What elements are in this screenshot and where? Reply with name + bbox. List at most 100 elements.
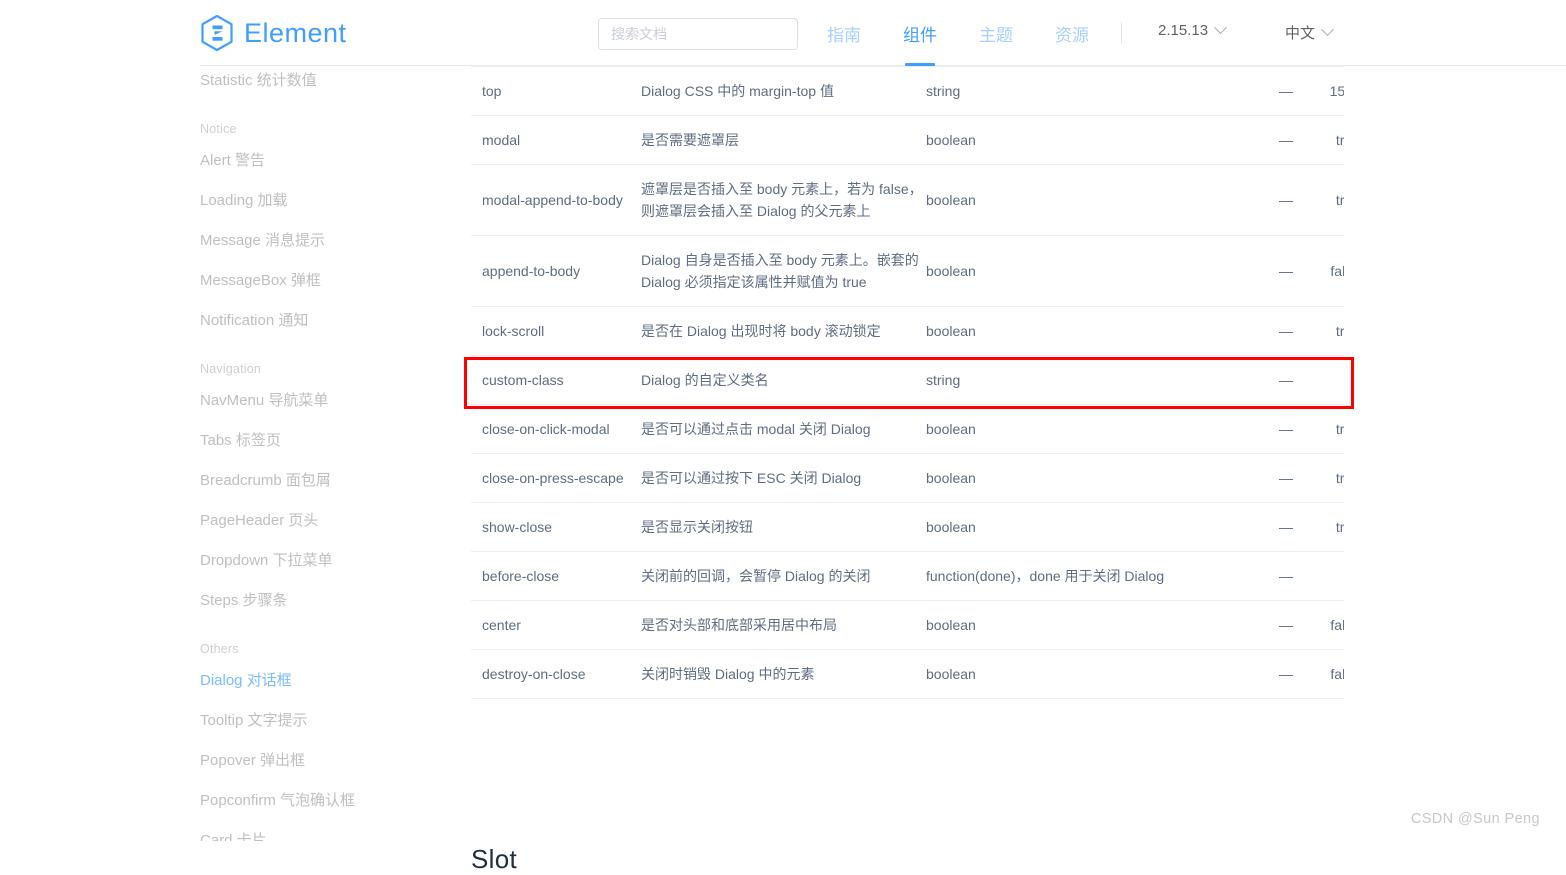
table-row: lock-scroll是否在 Dialog 出现时将 body 滚动锁定bool… [471,307,1344,356]
section-title-slot: Slot [471,844,517,875]
cell-param: before-close [471,552,641,601]
sidebar-item-popover[interactable]: Popover 弹出框 [200,741,444,781]
cell-default: true [1306,405,1344,454]
sidebar-item-messagebox[interactable]: MessageBox 弹框 [200,261,444,301]
cell-param: center [471,601,641,650]
cell-options: — [1266,116,1306,165]
cell-default: false [1306,236,1344,307]
table-row: show-close是否显示关闭按钮boolean—true [471,503,1344,552]
cell-type: string [926,67,1266,116]
cell-description: 遮罩层是否插入至 body 元素上，若为 false，则遮罩层会插入至 Dial… [641,165,926,236]
cell-type: boolean [926,454,1266,503]
table-row: custom-classDialog 的自定义类名string—— [471,356,1344,405]
cell-description: Dialog 自身是否插入至 body 元素上。嵌套的 Dialog 必须指定该… [641,236,926,307]
cell-default: false [1306,601,1344,650]
cell-param: custom-class [471,356,641,405]
cell-description: 是否可以通过按下 ESC 关闭 Dialog [641,454,926,503]
nav-item-resource[interactable]: 资源 [1034,0,1110,66]
sidebar-item-notification[interactable]: Notification 通知 [200,301,444,341]
cell-default: 15vh [1306,67,1344,116]
sidebar-item-card[interactable]: Card 卡片 [200,821,444,841]
cell-type: boolean [926,307,1266,356]
chevron-down-icon [1321,23,1334,36]
language-label: 中文 [1285,22,1315,43]
cell-default: true [1306,307,1344,356]
cell-type: function(done)，done 用于关闭 Dialog [926,552,1266,601]
sidebar-item-message[interactable]: Message 消息提示 [200,221,444,261]
sidebar-item-pageheader[interactable]: PageHeader 页头 [200,501,444,541]
cell-options: — [1266,165,1306,236]
table-row: topDialog CSS 中的 margin-top 值string—15vh [471,67,1344,116]
cell-description: 是否可以通过点击 modal 关闭 Dialog [641,405,926,454]
cell-type: string [926,356,1266,405]
sidebar-nav: Statistic 统计数值NoticeAlert 警告Loading 加载Me… [200,66,444,841]
language-selector[interactable]: 中文 [1285,22,1332,43]
version-selector[interactable]: 2.15.13 [1158,22,1225,39]
cell-description: 是否在 Dialog 出现时将 body 滚动锁定 [641,307,926,356]
cell-type: boolean [926,236,1266,307]
cell-default: true [1306,165,1344,236]
cell-description: 是否需要遮罩层 [641,116,926,165]
table-row: center是否对头部和底部采用居中布局boolean—false [471,601,1344,650]
cell-options: — [1266,650,1306,699]
main-nav: 指南 组件 主题 资源 [806,0,1110,66]
cell-param: top [471,67,641,116]
main-content: topDialog CSS 中的 margin-top 值string—15vh… [471,66,1344,841]
sidebar-item-steps[interactable]: Steps 步骤条 [200,581,444,621]
cell-description: 是否显示关闭按钮 [641,503,926,552]
sidebar-group-others: Others [200,629,444,661]
cell-param: close-on-click-modal [471,405,641,454]
sidebar-item-popconfirm[interactable]: Popconfirm 气泡确认框 [200,781,444,821]
sidebar-item-breadcrumb[interactable]: Breadcrumb 面包屑 [200,461,444,501]
table-row: modal是否需要遮罩层boolean—true [471,116,1344,165]
cell-options: — [1266,307,1306,356]
cell-description: 关闭时销毁 Dialog 中的元素 [641,650,926,699]
version-label: 2.15.13 [1158,22,1208,39]
sidebar-item-navmenu[interactable]: NavMenu 导航菜单 [200,381,444,421]
sidebar-item-statistic[interactable]: Statistic 统计数值 [200,66,444,101]
cell-type: boolean [926,650,1266,699]
table-row: before-close关闭前的回调，会暂停 Dialog 的关闭functio… [471,552,1344,601]
cell-options: — [1266,601,1306,650]
sidebar-item-dialog[interactable]: Dialog 对话框 [200,661,444,701]
watermark: CSDN @Sun Peng [1411,811,1540,827]
cell-param: append-to-body [471,236,641,307]
cell-default: true [1306,116,1344,165]
cell-default: true [1306,454,1344,503]
sidebar-group-notice: Notice [200,109,444,141]
site-header: Element 指南 组件 主题 资源 2.15.13 中文 [0,0,1566,66]
nav-item-theme[interactable]: 主题 [958,0,1034,66]
table-row: destroy-on-close关闭时销毁 Dialog 中的元素boolean… [471,650,1344,699]
cell-type: boolean [926,601,1266,650]
cell-description: 关闭前的回调，会暂停 Dialog 的关闭 [641,552,926,601]
element-hexagon-logo-icon [200,14,234,52]
search-input[interactable] [598,18,798,50]
table-row: close-on-click-modal是否可以通过点击 modal 关闭 Di… [471,405,1344,454]
table-row: close-on-press-escape是否可以通过按下 ESC 关闭 Dia… [471,454,1344,503]
cell-param: close-on-press-escape [471,454,641,503]
cell-options: — [1266,552,1306,601]
sidebar-item-tabs[interactable]: Tabs 标签页 [200,421,444,461]
attributes-table: topDialog CSS 中的 margin-top 值string—15vh… [471,66,1344,699]
sidebar-item-alert[interactable]: Alert 警告 [200,141,444,181]
cell-param: modal-append-to-body [471,165,641,236]
cell-type: boolean [926,116,1266,165]
sidebar-item-tooltip[interactable]: Tooltip 文字提示 [200,701,444,741]
header-divider [1121,22,1122,44]
table-row: modal-append-to-body遮罩层是否插入至 body 元素上，若为… [471,165,1344,236]
cell-type: boolean [926,405,1266,454]
sidebar-item-dropdown[interactable]: Dropdown 下拉菜单 [200,541,444,581]
sidebar-group-navigation: Navigation [200,349,444,381]
chevron-down-icon [1214,21,1227,34]
cell-param: show-close [471,503,641,552]
sidebar-item-loading[interactable]: Loading 加载 [200,181,444,221]
site-logo[interactable]: Element [200,14,347,52]
cell-param: destroy-on-close [471,650,641,699]
nav-item-guide[interactable]: 指南 [806,0,882,66]
cell-default: — [1306,356,1344,405]
table-row: append-to-bodyDialog 自身是否插入至 body 元素上。嵌套… [471,236,1344,307]
nav-item-component[interactable]: 组件 [882,0,958,66]
cell-description: Dialog CSS 中的 margin-top 值 [641,67,926,116]
cell-options: — [1266,405,1306,454]
cell-param: modal [471,116,641,165]
